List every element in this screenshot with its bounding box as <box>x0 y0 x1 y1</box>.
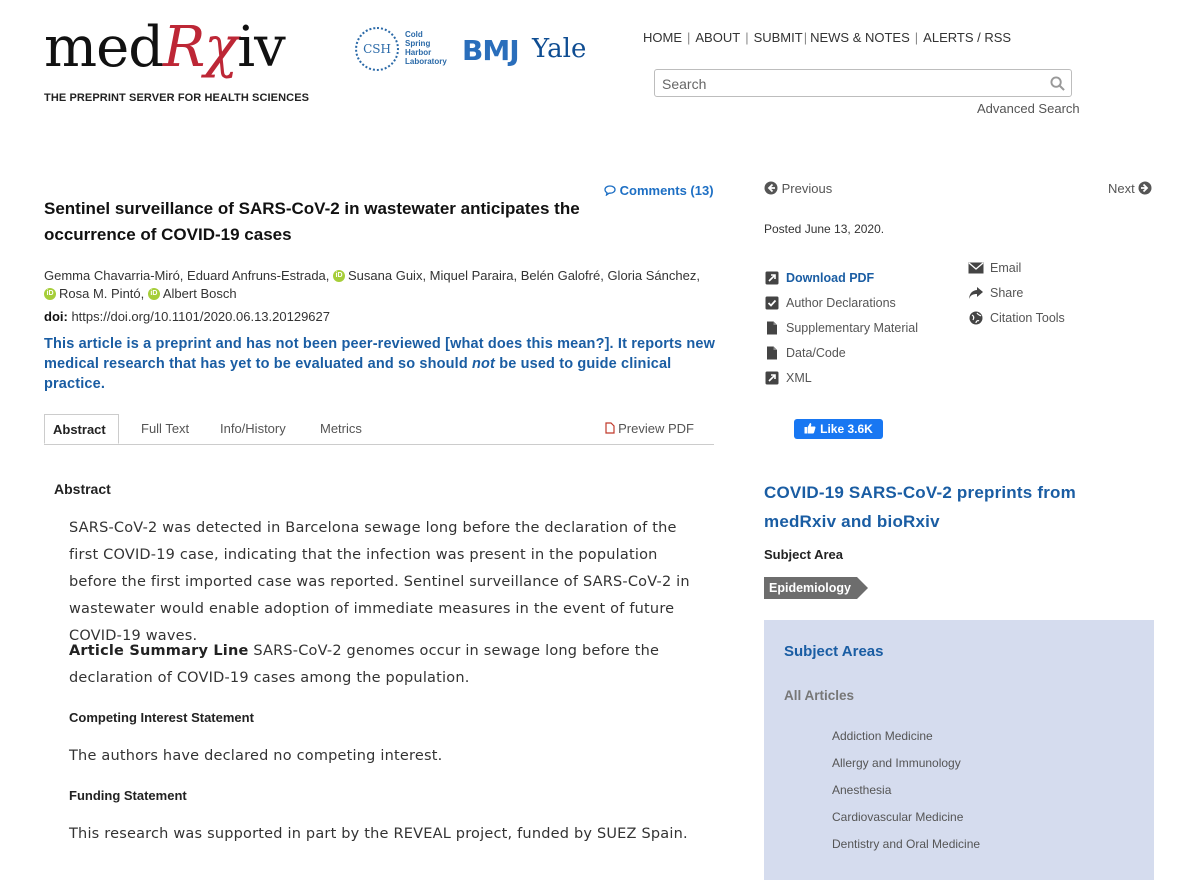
next-link[interactable]: Next <box>1108 181 1152 196</box>
subject-item[interactable]: Addiction Medicine <box>832 729 933 743</box>
email-link[interactable]: Email <box>968 260 1021 276</box>
author-declarations-link[interactable]: Author Declarations <box>764 295 896 311</box>
subject-area-label: Subject Area <box>764 547 843 562</box>
author-list: Gemma Chavarria-Miró, Eduard Anfruns-Est… <box>44 267 714 303</box>
nav-alerts[interactable]: ALERTS / RSS <box>923 30 1011 45</box>
external-link-icon <box>764 270 780 286</box>
doi-link[interactable]: https://doi.org/10.1101/2020.06.13.20129… <box>71 309 330 324</box>
file-icon <box>764 345 780 361</box>
advanced-search-link[interactable]: Advanced Search <box>977 101 1080 116</box>
tab-metrics[interactable]: Metrics <box>320 414 362 444</box>
abstract-text: SARS-CoV-2 was detected in Barcelona sew… <box>69 520 690 644</box>
orcid-icon[interactable]: iD <box>147 287 160 300</box>
previous-link[interactable]: Previous <box>764 181 832 196</box>
tab-abstract[interactable]: Abstract <box>44 414 119 444</box>
bmj-logo[interactable]: BMJ <box>462 34 520 67</box>
comments-link[interactable]: Comments (13) <box>604 183 714 198</box>
nav-submit[interactable]: SUBMIT <box>754 30 803 45</box>
subject-tag-epidemiology[interactable]: Epidemiology <box>764 577 868 599</box>
search-box <box>654 69 1072 97</box>
abstract-heading: Abstract <box>54 481 111 497</box>
preview-pdf-link[interactable]: Preview PDF <box>604 414 694 444</box>
share-link[interactable]: Share <box>968 285 1023 301</box>
preprint-notice: This article is a preprint and has not b… <box>44 336 716 392</box>
checkbox-icon <box>764 295 780 311</box>
author[interactable]: Rosa M. Pintó, <box>59 286 148 301</box>
yale-logo[interactable]: Yale <box>532 34 586 64</box>
data-code-link[interactable]: Data/Code <box>764 345 846 361</box>
funding-text: This research was supported in part by t… <box>69 826 688 842</box>
orcid-icon[interactable]: iD <box>44 287 56 300</box>
author[interactable]: Gloria Sánchez, <box>607 268 700 283</box>
author[interactable]: Albert Bosch <box>163 286 237 301</box>
arrow-right-icon <box>1138 181 1152 196</box>
author[interactable]: Gemma Chavarria-Miró, <box>44 268 187 283</box>
covid-collection-link[interactable]: COVID-19 SARS-CoV-2 preprints from medRx… <box>764 478 1144 536</box>
medrxiv-logo[interactable]: medRχiv <box>44 18 286 78</box>
doi-line: doi: https://doi.org/10.1101/2020.06.13.… <box>44 309 330 324</box>
csh-name: Cold Spring Harbor Laboratory <box>405 30 447 66</box>
all-articles-link[interactable]: All Articles <box>784 688 854 703</box>
file-icon <box>764 320 780 336</box>
subject-areas-title: Subject Areas <box>784 643 884 660</box>
competing-heading: Competing Interest Statement <box>69 710 254 725</box>
globe-icon <box>968 310 984 326</box>
share-icon <box>968 285 984 301</box>
tab-full-text[interactable]: Full Text <box>141 414 189 444</box>
top-nav: HOME | ABOUT | SUBMIT| NEWS & NOTES | ALERTS / … <box>643 30 1012 45</box>
csh-logo[interactable]: CSH <box>355 27 399 71</box>
download-pdf-link[interactable]: Download PDF <box>764 270 874 286</box>
author[interactable]: Belén Galofré, <box>521 268 608 283</box>
article-tabs: Abstract Full Text Info/History Metrics … <box>44 414 714 445</box>
csh-abbr: CSH <box>363 42 391 56</box>
supplementary-material-link[interactable]: Supplementary Material <box>764 320 918 336</box>
site-tagline: THE PREPRINT SERVER FOR HEALTH SCIENCES <box>44 92 310 104</box>
nav-about[interactable]: ABOUT <box>695 30 740 45</box>
citation-tools-link[interactable]: Citation Tools <box>968 310 1065 326</box>
author[interactable]: Susana Guix, <box>348 268 430 283</box>
arrow-left-icon <box>764 181 778 196</box>
comment-icon <box>604 183 616 198</box>
author[interactable]: Eduard Anfruns-Estrada, <box>187 268 333 283</box>
article-title: Sentinel surveillance of SARS-CoV-2 in w… <box>44 199 580 244</box>
thumbs-up-icon <box>804 422 820 436</box>
author[interactable]: Miquel Paraira, <box>430 268 521 283</box>
competing-text: The authors have declared no competing i… <box>69 748 443 764</box>
envelope-icon <box>968 260 984 276</box>
nav-news[interactable]: NEWS & NOTES <box>810 30 910 45</box>
external-link-icon <box>764 370 780 386</box>
posted-date: Posted June 13, 2020. <box>764 222 885 236</box>
subject-item[interactable]: Dentistry and Oral Medicine <box>832 837 980 851</box>
summary-line: Article Summary Line SARS-CoV-2 genomes … <box>69 643 660 686</box>
facebook-like-button[interactable]: Like 3.6K <box>794 419 883 439</box>
funding-heading: Funding Statement <box>69 788 187 803</box>
orcid-icon[interactable]: iD <box>333 269 346 282</box>
tab-info-history[interactable]: Info/History <box>220 414 286 444</box>
subject-item[interactable]: Cardiovascular Medicine <box>832 810 963 824</box>
search-input[interactable] <box>660 75 1044 93</box>
subject-item[interactable]: Allergy and Immunology <box>832 756 961 770</box>
subject-item[interactable]: Anesthesia <box>832 783 891 797</box>
search-icon[interactable] <box>1050 76 1065 96</box>
nav-home[interactable]: HOME <box>643 30 682 45</box>
pdf-icon <box>604 421 615 436</box>
xml-link[interactable]: XML <box>764 370 812 386</box>
